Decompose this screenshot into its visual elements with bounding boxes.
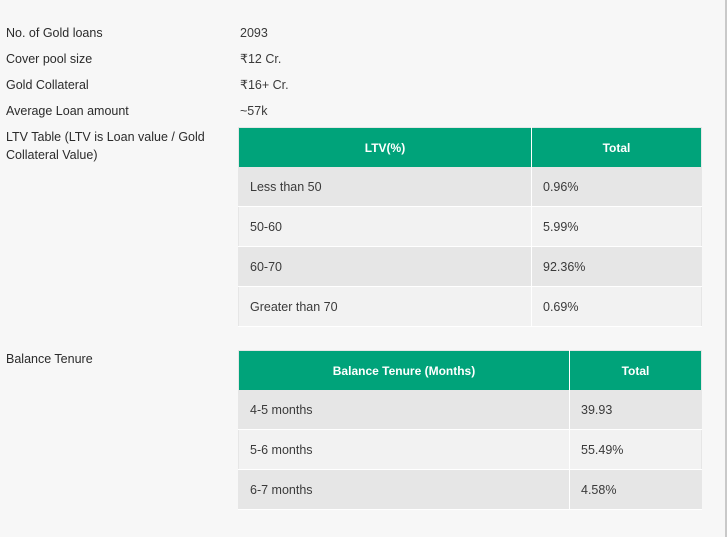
ltv-total-cell: 92.36%	[531, 246, 702, 287]
ltv-total-cell: 5.99%	[531, 206, 702, 247]
ltv-table-label: LTV Table (LTV is Loan value / Gold Coll…	[6, 128, 231, 164]
ltv-header-row: LTV(%) Total	[238, 127, 702, 167]
balance-tenure-label: Balance Tenure	[6, 352, 93, 366]
tenure-total-cell: 4.58%	[569, 469, 702, 510]
tenure-header-total: Total	[569, 350, 702, 390]
tenure-total-cell: 39.93	[569, 390, 702, 430]
tenure-range-cell: 6-7 months	[238, 469, 570, 510]
tenure-header-months: Balance Tenure (Months)	[238, 350, 570, 390]
table-row: 5-6 months 55.49%	[238, 429, 702, 470]
summary-value: ~57k	[240, 104, 268, 118]
table-row: 4-5 months 39.93	[238, 390, 702, 430]
table-row: Greater than 70 0.69%	[238, 286, 702, 327]
summary-value: ₹12 Cr.	[240, 52, 282, 66]
ltv-header-ltv: LTV(%)	[238, 127, 532, 167]
ltv-total-cell: 0.96%	[531, 167, 702, 207]
tenure-total-cell: 55.49%	[569, 429, 702, 470]
balance-tenure-table: Balance Tenure (Months) Total 4-5 months…	[238, 350, 702, 510]
ltv-label-line2: Collateral Value)	[6, 148, 98, 162]
ltv-header-total: Total	[531, 127, 702, 167]
ltv-total-cell: 0.69%	[531, 286, 702, 327]
summary-label: Gold Collateral	[6, 78, 89, 92]
summary-value: 2093	[240, 26, 268, 40]
ltv-range-cell: Greater than 70	[238, 286, 532, 327]
tenure-range-cell: 4-5 months	[238, 390, 570, 430]
ltv-range-cell: 50-60	[238, 206, 532, 247]
table-row: 60-70 92.36%	[238, 246, 702, 287]
summary-label: Cover pool size	[6, 52, 93, 66]
summary-label: Average Loan amount	[6, 104, 129, 118]
table-row: Less than 50 0.96%	[238, 167, 702, 207]
ltv-table: LTV(%) Total Less than 50 0.96% 50-60 5.…	[238, 127, 702, 327]
tenure-header-row: Balance Tenure (Months) Total	[238, 350, 702, 390]
ltv-label-line1: LTV Table (LTV is Loan value / Gold	[6, 130, 205, 144]
table-row: 50-60 5.99%	[238, 206, 702, 247]
ltv-range-cell: 60-70	[238, 246, 532, 287]
table-row: 6-7 months 4.58%	[238, 469, 702, 510]
tenure-range-cell: 5-6 months	[238, 429, 570, 470]
summary-label: No. of Gold loans	[6, 26, 103, 40]
ltv-range-cell: Less than 50	[238, 167, 532, 207]
summary-value: ₹16+ Cr.	[240, 78, 289, 92]
